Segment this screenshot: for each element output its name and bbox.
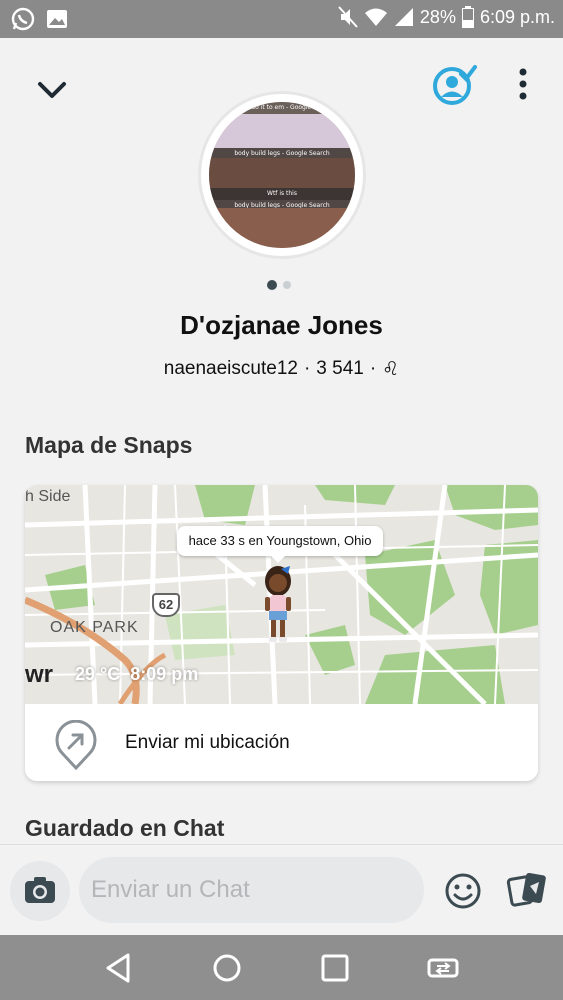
chat-bar (0, 844, 563, 935)
zodiac-icon: ♌ (382, 359, 400, 380)
close-button[interactable] (34, 76, 70, 104)
chat-input[interactable] (79, 857, 424, 923)
friend-status-button[interactable] (431, 62, 477, 108)
send-location-button[interactable]: Enviar mi ubicación (25, 704, 538, 781)
map-label-oak-park: OAK PARK (50, 619, 139, 636)
avatar-pager[interactable] (267, 280, 291, 290)
whatsapp-icon (10, 6, 36, 32)
switch-app-icon (426, 958, 460, 989)
battery-icon (461, 6, 474, 28)
profile-avatar[interactable]: to do it to em - Google Se body build le… (201, 94, 363, 256)
location-bubble[interactable]: hace 33 s en Youngstown, Ohio (177, 526, 383, 563)
system-nav-bar (0, 935, 563, 1000)
camera-button[interactable] (10, 861, 70, 921)
smiley-icon (444, 873, 482, 914)
snap-map[interactable]: h Side OAK PARK 62 wr 29 °C 8:09 pm hace… (25, 485, 538, 704)
home-circle-icon (210, 954, 244, 989)
sticker-button[interactable] (444, 872, 482, 910)
profile-meta: naenaeiscute12 · 3 541 · ♌ (0, 358, 563, 381)
meta-separator: · (369, 358, 377, 379)
pager-dot-active (267, 280, 277, 290)
recents-button[interactable] (318, 951, 352, 985)
gallery-icon (46, 8, 68, 30)
pager-dot (283, 281, 291, 289)
profile-sheet: to do it to em - Google Se body build le… (0, 38, 563, 844)
signal-icon (394, 7, 414, 27)
location-arrow-icon (53, 719, 99, 771)
send-location-label: Enviar mi ubicación (125, 732, 290, 753)
snap-score[interactable]: 3 541 (316, 358, 364, 381)
cards-button[interactable] (506, 870, 548, 910)
map-time: 8:09 pm (130, 664, 199, 684)
map-label-wr: wr (25, 661, 54, 688)
camera-icon (10, 877, 70, 925)
more-vertical-icon (512, 68, 534, 108)
saved-in-chat-title: Guardado en Chat (25, 815, 225, 841)
mute-icon (338, 6, 358, 28)
wifi-icon (364, 7, 388, 27)
home-button[interactable] (210, 951, 244, 985)
back-button[interactable] (102, 951, 136, 985)
chevron-down-icon (34, 82, 70, 108)
username: naenaeiscute12 (163, 358, 298, 379)
display-name: D'ozjanae Jones (180, 310, 383, 340)
bitmoji-avatar[interactable] (257, 565, 299, 647)
recents-square-icon (318, 954, 352, 989)
snap-map-title: Mapa de Snaps (25, 432, 193, 458)
temperature: 29 °C (75, 664, 121, 684)
map-label-side: h Side (25, 488, 71, 505)
battery-percent: 28% (419, 6, 456, 27)
friend-check-icon (431, 65, 477, 112)
route-shield: 62 (152, 593, 180, 617)
clock: 6:09 p.m. (479, 6, 555, 27)
switch-app-button[interactable] (426, 951, 460, 985)
more-options-button[interactable] (512, 64, 534, 104)
cards-icon (506, 872, 548, 914)
meta-separator: · (303, 358, 311, 379)
snap-map-card[interactable]: h Side OAK PARK 62 wr 29 °C 8:09 pm hace… (25, 485, 538, 781)
avatar-image: to do it to em - Google Se body build le… (209, 102, 355, 248)
status-bar: 28% 6:09 p.m. (0, 0, 563, 38)
back-triangle-icon (102, 953, 136, 989)
weather-overlay: 29 °C 8:09 pm (75, 664, 198, 685)
